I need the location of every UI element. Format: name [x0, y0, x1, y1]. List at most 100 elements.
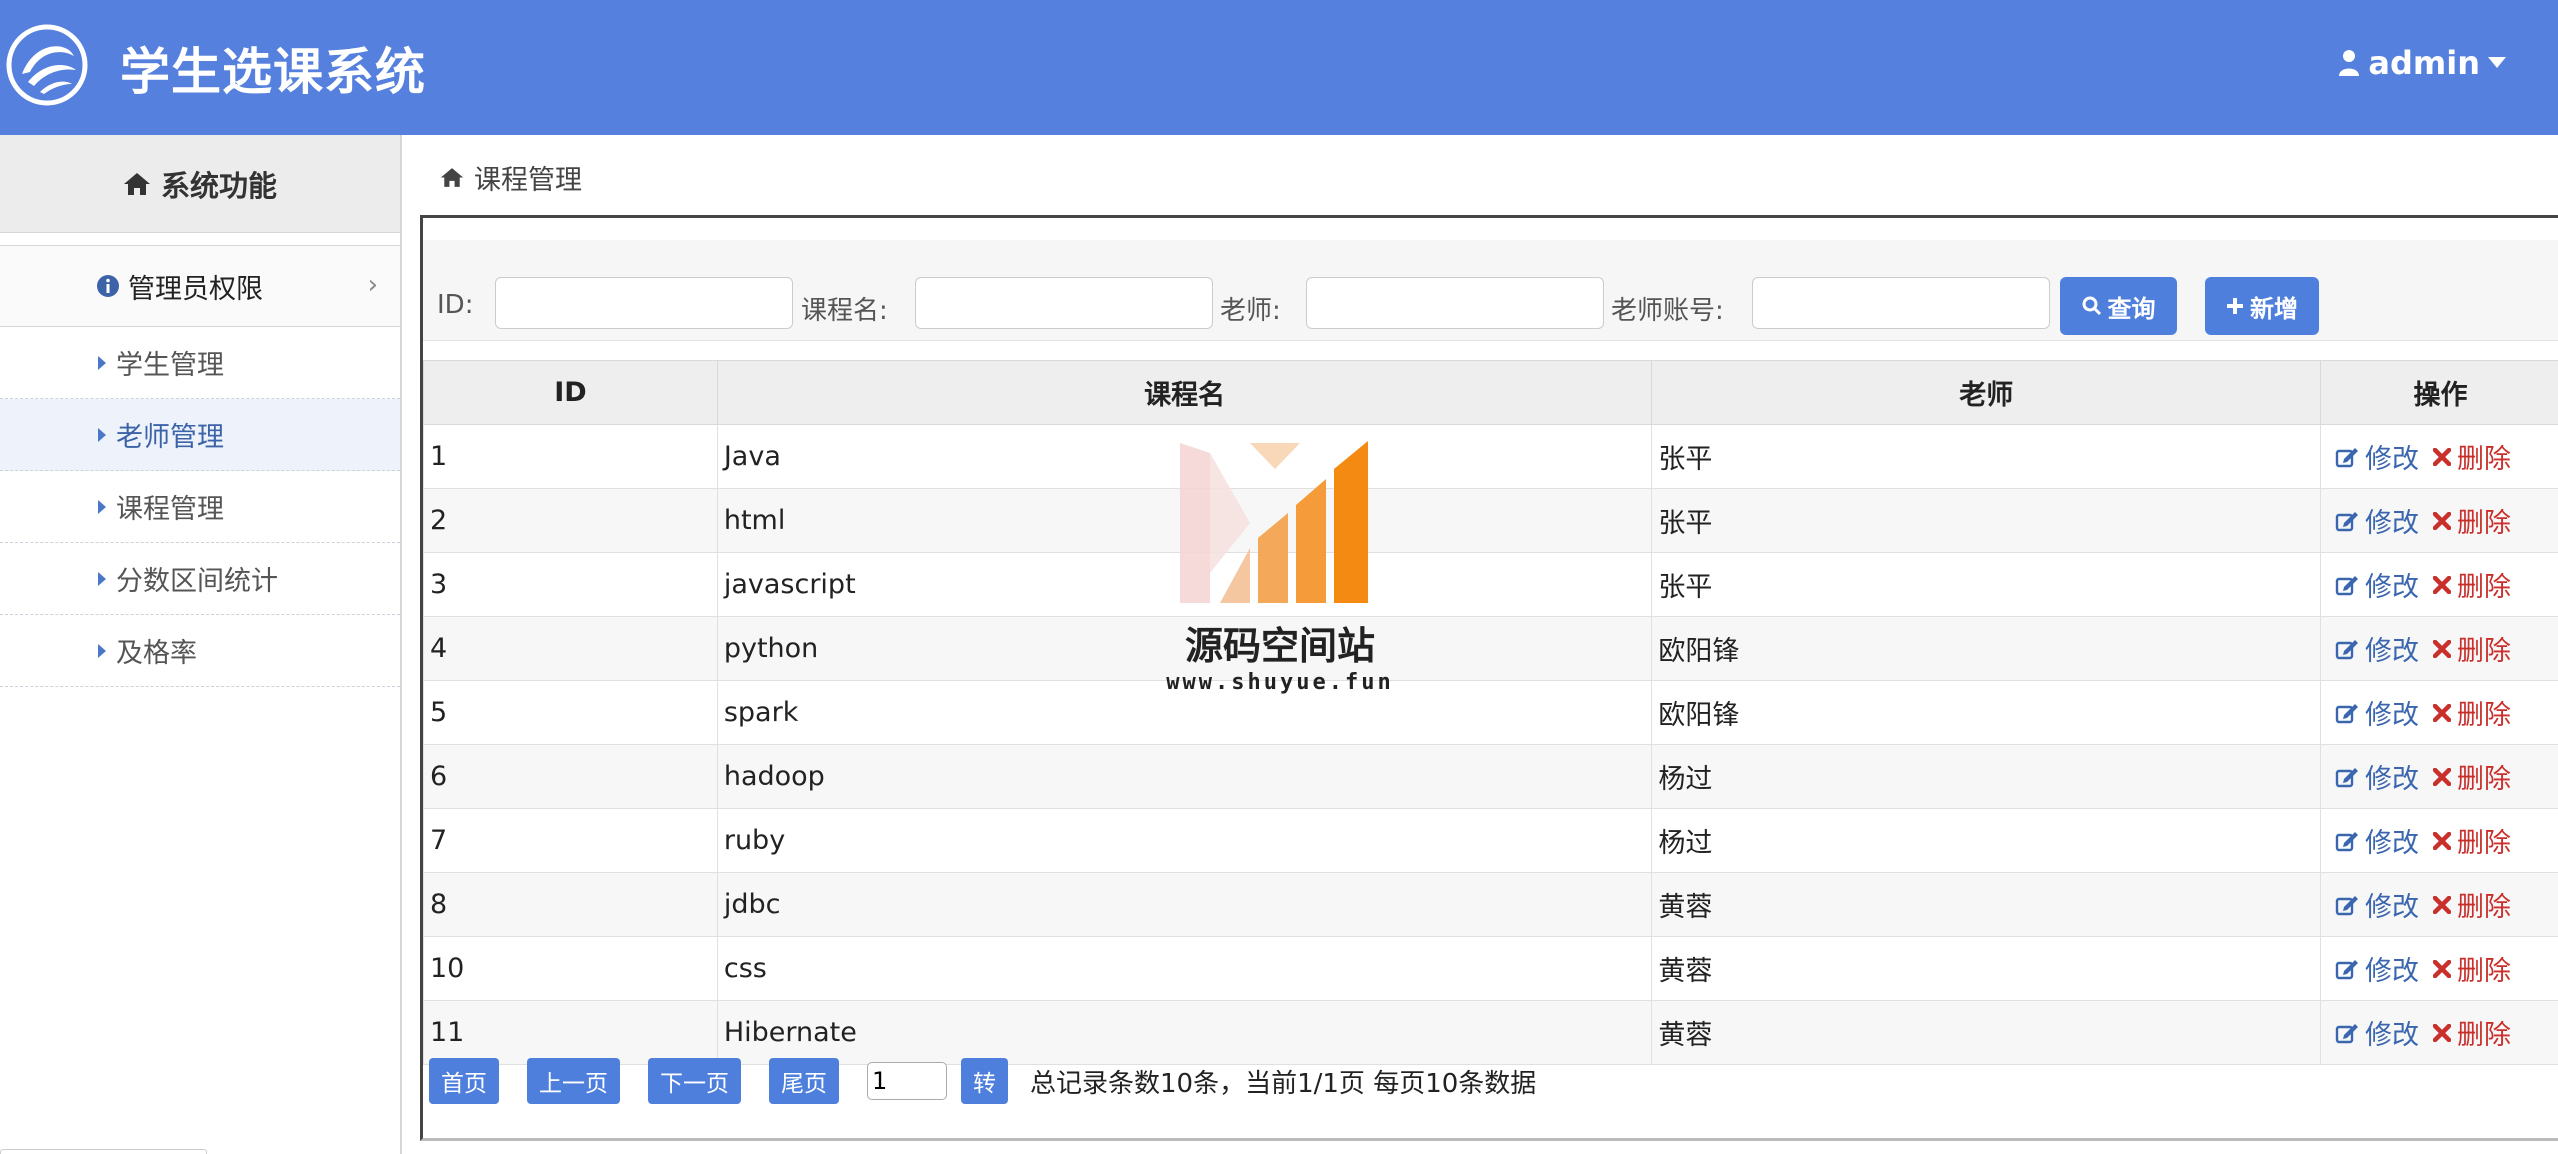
page-number-input[interactable] [867, 1062, 947, 1100]
column-header-teacher: 老师 [1651, 360, 2322, 425]
breadcrumb: 课程管理 [440, 158, 582, 197]
query-button-label: 查询 [2107, 294, 2156, 323]
delete-link[interactable]: 删除 [2433, 1013, 2511, 1052]
cell-teacher: 欧阳锋 [1651, 680, 2322, 745]
cell-course-name: ruby [716, 808, 1653, 873]
delete-link[interactable]: 删除 [2433, 565, 2511, 604]
next-page-button[interactable]: 下一页 [648, 1058, 741, 1104]
edit-link[interactable]: 修改 [2335, 821, 2419, 860]
close-icon [2433, 447, 2452, 466]
edit-link[interactable]: 修改 [2335, 949, 2419, 988]
cell-id: 10 [423, 936, 718, 1001]
edit-label: 修改 [2365, 508, 2420, 539]
cell-actions: 修改 删除 [2320, 808, 2558, 873]
cell-actions: 修改 删除 [2320, 744, 2558, 809]
plus-icon [2227, 298, 2243, 314]
edit-link[interactable]: 修改 [2335, 885, 2419, 924]
delete-link[interactable]: 删除 [2433, 629, 2511, 668]
edit-label: 修改 [2365, 956, 2420, 987]
delete-link[interactable]: 删除 [2433, 885, 2511, 924]
delete-link[interactable]: 删除 [2433, 693, 2511, 732]
edit-link[interactable]: 修改 [2335, 693, 2419, 732]
cell-id: 5 [423, 680, 718, 745]
cell-id: 3 [423, 552, 718, 617]
cell-actions: 修改 删除 [2320, 1000, 2558, 1065]
user-menu[interactable]: admin [2338, 44, 2506, 82]
sidebar-item-students[interactable]: 学生管理 [0, 327, 400, 399]
edit-label: 修改 [2365, 636, 2420, 667]
cell-id: 6 [423, 744, 718, 809]
delete-link[interactable]: 删除 [2433, 949, 2511, 988]
add-button-label: 新增 [2250, 294, 2298, 323]
delete-link[interactable]: 删除 [2433, 501, 2511, 540]
edit-label: 修改 [2365, 764, 2420, 795]
edit-link[interactable]: 修改 [2335, 629, 2419, 668]
teacher-account-input[interactable] [1752, 277, 2050, 329]
cell-id: 11 [423, 1000, 718, 1065]
edit-label: 修改 [2365, 828, 2420, 859]
cell-course-name: Java [716, 424, 1653, 489]
table-body: 1 Java 张平 修改 删除 2 html 张平 修改 删除 3 javascript 张平 修改 删除 4… [423, 424, 2558, 1065]
first-page-button[interactable]: 首页 [429, 1058, 499, 1104]
delete-link[interactable]: 删除 [2433, 437, 2511, 476]
info-icon [97, 275, 119, 297]
edit-icon [2335, 511, 2359, 531]
sidebar-item-teachers[interactable]: 老师管理 [0, 399, 400, 471]
prev-page-button[interactable]: 上一页 [527, 1058, 620, 1104]
table-row: 5 spark 欧阳锋 修改 删除 [423, 680, 2558, 745]
sidebar-group-admin[interactable]: 管理员权限 › [0, 245, 400, 327]
breadcrumb-label: 课程管理 [474, 165, 582, 196]
cell-actions: 修改 删除 [2320, 872, 2558, 937]
teacher-input[interactable] [1306, 277, 1604, 329]
last-page-button[interactable]: 尾页 [769, 1058, 839, 1104]
cell-teacher: 张平 [1651, 552, 2322, 617]
cell-teacher: 杨过 [1651, 744, 2322, 809]
query-button[interactable]: 查询 [2060, 277, 2177, 335]
pagination: 首页 上一页 下一页 尾页 转 总记录条数10条，当前1/1页 每页10条数据 [429, 1056, 1536, 1106]
cell-course-name: spark [716, 680, 1653, 745]
cell-id: 7 [423, 808, 718, 873]
edit-link[interactable]: 修改 [2335, 757, 2419, 796]
chevron-right-icon: › [367, 270, 378, 300]
course-name-label: 课程名: [801, 296, 888, 326]
column-header-id: ID [423, 360, 718, 425]
cell-teacher: 黄蓉 [1651, 1000, 2322, 1065]
cell-actions: 修改 删除 [2320, 552, 2558, 617]
edit-link[interactable]: 修改 [2335, 437, 2419, 476]
caret-right-icon [98, 571, 106, 586]
cell-actions: 修改 删除 [2320, 616, 2558, 681]
sidebar: 系统功能 管理员权限 › 学生管理 老师管理 课程管理 分数区间统计 及格率 [0, 135, 402, 1154]
delete-link[interactable]: 删除 [2433, 757, 2511, 796]
cell-id: 2 [423, 488, 718, 553]
teacher-account-label: 老师账号: [1611, 296, 1724, 326]
close-icon [2433, 1023, 2452, 1042]
course-name-input[interactable] [915, 277, 1213, 329]
caret-right-icon [98, 427, 106, 442]
edit-link[interactable]: 修改 [2335, 565, 2419, 604]
add-button[interactable]: 新增 [2205, 277, 2319, 335]
close-icon [2433, 959, 2452, 978]
cell-course-name: css [716, 936, 1653, 1001]
cell-course-name: javascript [716, 552, 1653, 617]
table-row: 2 html 张平 修改 删除 [423, 488, 2558, 553]
go-page-button[interactable]: 转 [961, 1058, 1008, 1104]
edit-link[interactable]: 修改 [2335, 1013, 2419, 1052]
sidebar-item-pass-rate[interactable]: 及格率 [0, 615, 400, 687]
caret-down-icon [2488, 57, 2506, 68]
delete-label: 删除 [2457, 892, 2512, 923]
sidebar-item-courses[interactable]: 课程管理 [0, 471, 400, 543]
table-row: 3 javascript 张平 修改 删除 [423, 552, 2558, 617]
table-header-row: ID 课程名 老师 操作 [423, 360, 2558, 425]
sidebar-bottom-tab [0, 1149, 207, 1154]
id-input[interactable] [495, 277, 793, 329]
delete-label: 删除 [2457, 764, 2512, 795]
edit-link[interactable]: 修改 [2335, 501, 2419, 540]
sidebar-item-score-stats[interactable]: 分数区间统计 [0, 543, 400, 615]
teacher-label: 老师: [1220, 296, 1281, 326]
edit-icon [2335, 1023, 2359, 1043]
delete-link[interactable]: 删除 [2433, 821, 2511, 860]
cell-id: 8 [423, 872, 718, 937]
app-title: 学生选课系统 [120, 43, 426, 101]
table-row: 10 css 黄蓉 修改 删除 [423, 936, 2558, 1001]
app-logo-icon [6, 24, 88, 106]
